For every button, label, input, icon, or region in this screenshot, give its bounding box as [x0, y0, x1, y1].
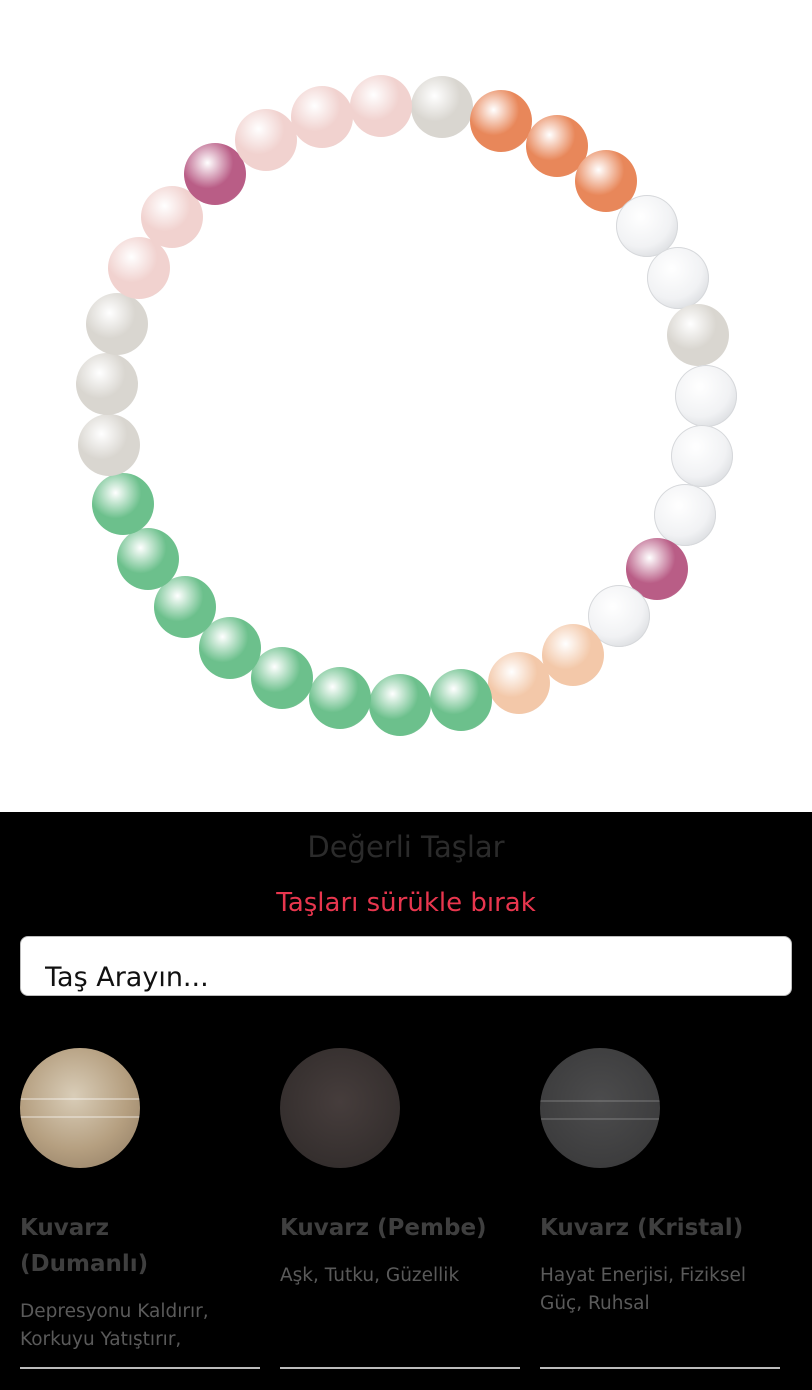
stone-name: Kuvarz (Kristal)	[540, 1215, 744, 1241]
bead-moonstone[interactable]	[75, 352, 138, 415]
stone-panel: Değerli Taşlar Taşları sürükle bırak Kuv…	[0, 812, 812, 1390]
bead-aventurine[interactable]	[117, 527, 180, 590]
card-divider	[20, 1367, 260, 1369]
bead-crystal[interactable]	[654, 483, 717, 546]
bead-moonstone[interactable]	[666, 304, 729, 367]
card-divider	[540, 1367, 780, 1369]
bead-crystal[interactable]	[670, 425, 733, 488]
bead-aventurine[interactable]	[91, 472, 154, 535]
panel-title: Değerli Taşlar	[307, 830, 505, 864]
bead-aventurine[interactable]	[429, 668, 492, 731]
bead-aventurine[interactable]	[369, 673, 432, 736]
bead-moonstone[interactable]	[411, 76, 474, 139]
search-input[interactable]	[45, 955, 765, 995]
stone-image-dumanli[interactable]	[20, 1048, 140, 1168]
stone-description: Depresyonu Kaldırır, Korkuyu Yatıştırır,	[20, 1301, 209, 1350]
bead-aventurine[interactable]	[251, 647, 314, 710]
bead-peach[interactable]	[487, 651, 550, 714]
stone-card-dumanli[interactable]: Kuvarz (Dumanlı) Depresyonu Kaldırır, Ko…	[0, 1042, 260, 1372]
bead-rose[interactable]	[234, 108, 297, 171]
bead-moonstone[interactable]	[77, 413, 140, 476]
bead-aventurine[interactable]	[308, 666, 371, 729]
bead-crystal[interactable]	[646, 247, 709, 310]
bead-crystal[interactable]	[674, 364, 737, 427]
bead-carnelian[interactable]	[470, 89, 533, 152]
stone-name: Kuvarz (Pembe)	[280, 1215, 487, 1241]
stone-description: Hayat Enerjisi, Fiziksel Güç, Ruhsal	[540, 1265, 747, 1314]
bead-peach[interactable]	[541, 623, 604, 686]
stone-description: Aşk, Tutku, Güzellik	[280, 1265, 460, 1286]
drag-drop-hint: Taşları sürükle bırak	[276, 888, 536, 918]
search-field[interactable]	[20, 936, 792, 996]
card-divider	[280, 1367, 520, 1369]
bead-rose[interactable]	[290, 86, 353, 149]
stone-card-kristal[interactable]: Kuvarz (Kristal) Hayat Enerjisi, Fizikse…	[520, 1042, 780, 1372]
bead-rose[interactable]	[350, 75, 413, 137]
bead-moonstone[interactable]	[86, 293, 149, 356]
bracelet-canvas[interactable]	[0, 0, 812, 812]
stone-card-pembe[interactable]: Kuvarz (Pembe) Aşk, Tutku, Güzellik	[260, 1042, 520, 1372]
stone-image-kristal[interactable]	[540, 1048, 660, 1168]
stone-name: Kuvarz (Dumanlı)	[20, 1215, 149, 1277]
stone-image-pembe[interactable]	[280, 1048, 400, 1168]
